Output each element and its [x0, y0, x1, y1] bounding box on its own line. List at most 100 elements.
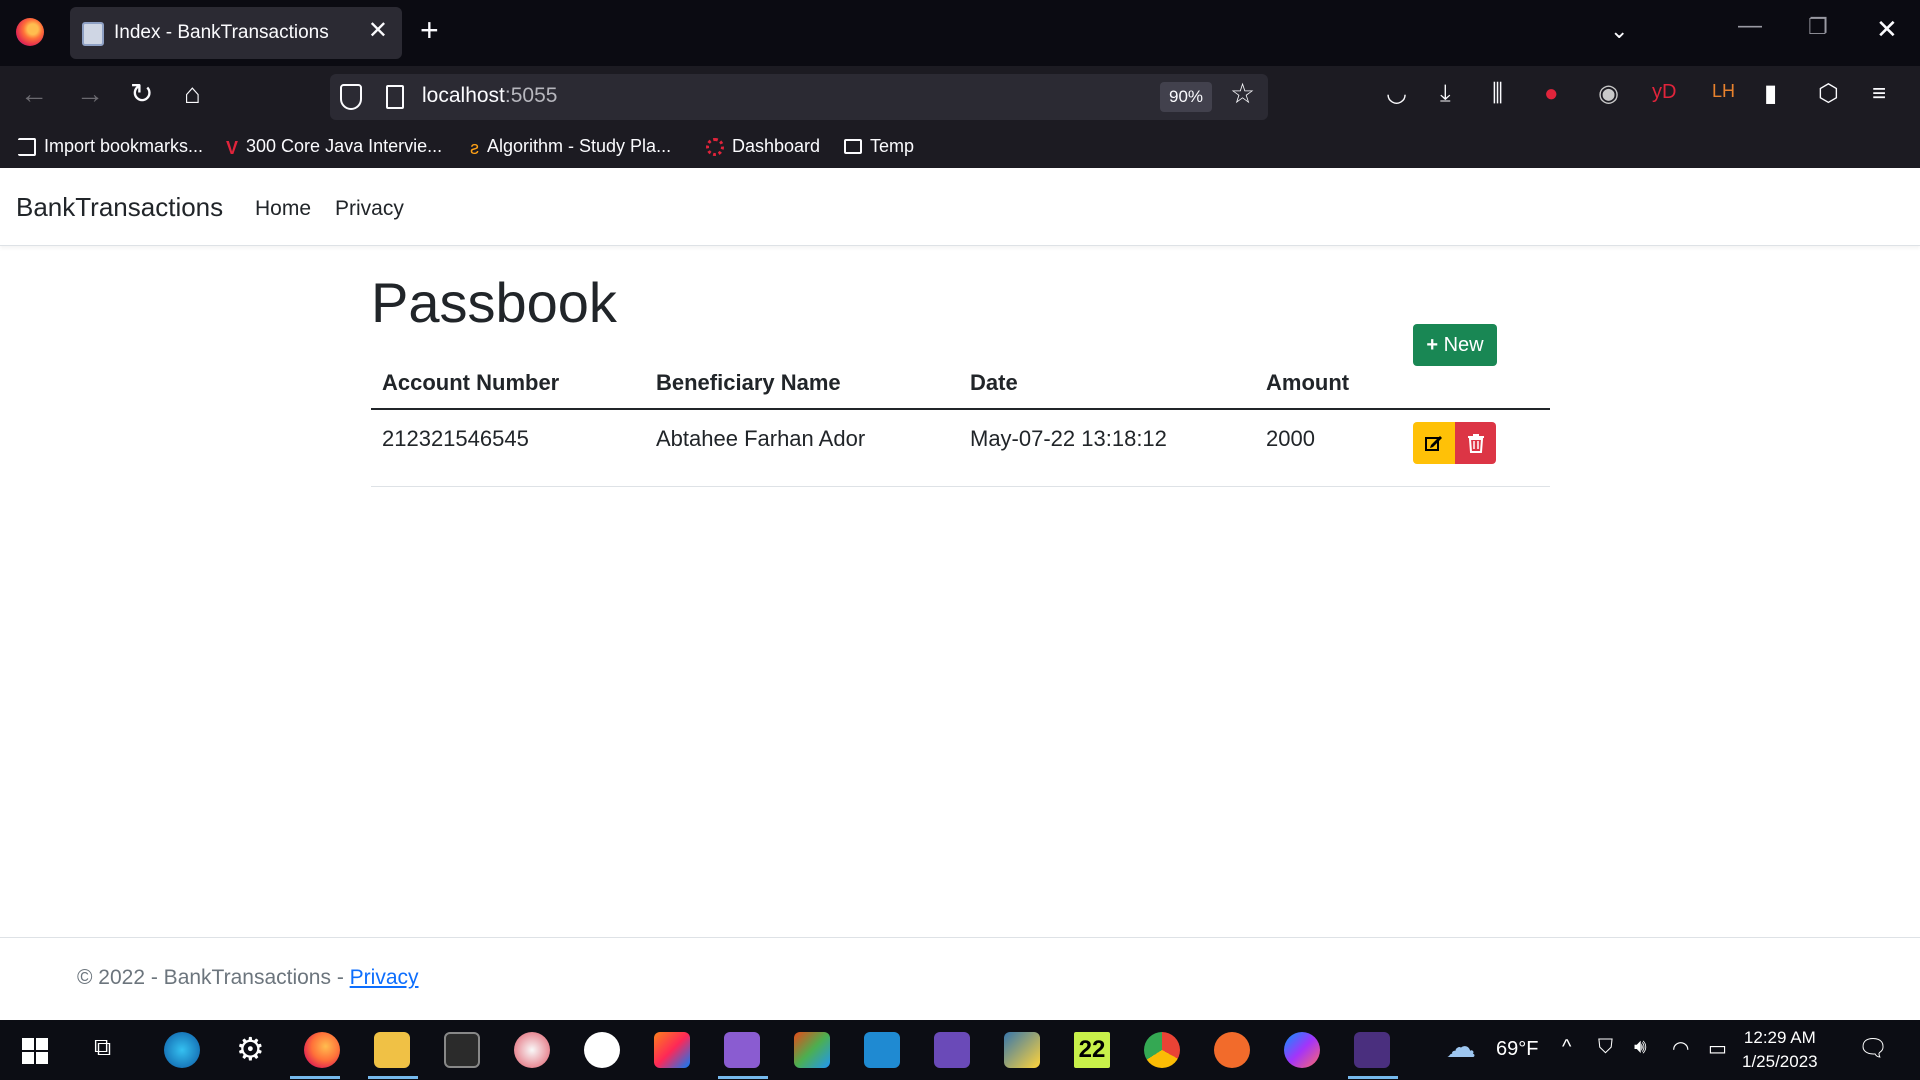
system-clock[interactable]: 12:29 AM 1/25/2023 [1742, 1026, 1818, 1074]
python-icon[interactable] [1004, 1032, 1040, 1068]
table-header-divider [371, 408, 1550, 410]
address-bar[interactable]: localhost:5055 90% ☆ [330, 74, 1268, 120]
bookmark-algorithm[interactable]: ƨ Algorithm - Study Pla... [470, 136, 671, 158]
postman-icon[interactable] [1214, 1032, 1250, 1068]
web-page: BankTransactions Home Privacy Passbook A… [0, 168, 1920, 1020]
header-date: Date [970, 370, 1018, 395]
extension-owl-icon[interactable]: ◉ [1598, 82, 1619, 106]
edit-button[interactable] [1413, 422, 1455, 464]
nav-privacy-link[interactable]: Privacy [335, 197, 404, 221]
visual-studio-preview-icon[interactable] [934, 1032, 970, 1068]
menu-hamburger-icon[interactable]: ≡ [1872, 82, 1886, 106]
task-view-icon[interactable]: ⧉ [94, 1034, 111, 1062]
chevron-down-icon[interactable]: ⌄ [1610, 18, 1628, 44]
brand-link[interactable]: BankTransactions [16, 192, 223, 223]
minimize-icon[interactable]: — [1738, 12, 1762, 40]
restore-icon[interactable]: ❐ [1808, 14, 1828, 40]
firefox-icon[interactable] [16, 18, 44, 46]
shield-icon[interactable] [340, 84, 362, 110]
window-close-icon[interactable]: ✕ [1876, 14, 1898, 45]
close-tab-icon[interactable]: ✕ [368, 19, 388, 43]
back-arrow-icon[interactable]: ← [20, 80, 48, 108]
clock-date: 1/25/2023 [1742, 1052, 1818, 1071]
edge-icon[interactable] [164, 1032, 200, 1068]
bookmark-star-icon[interactable]: ☆ [1230, 80, 1255, 108]
lh-extension-icon[interactable]: LH [1712, 82, 1735, 100]
pycharm-badge-icon[interactable]: 22 [1074, 1032, 1110, 1068]
powershell-icon[interactable] [1354, 1032, 1390, 1068]
download-icon[interactable]: ⤓ [1440, 82, 1451, 106]
delete-button[interactable] [1455, 422, 1496, 464]
plus-icon: + [1426, 334, 1439, 356]
canvas-icon [706, 137, 724, 156]
weather-cloud-icon[interactable]: ☁ [1446, 1030, 1476, 1065]
word-app-icon[interactable] [584, 1032, 620, 1068]
header-beneficiary-name: Beneficiary Name [656, 370, 841, 395]
url-text[interactable]: localhost:5055 [422, 84, 557, 108]
vscode-icon[interactable] [864, 1032, 900, 1068]
intellij-icon[interactable] [654, 1032, 690, 1068]
notifications-icon[interactable]: 🗨︎ [1858, 1034, 1888, 1063]
library-icon[interactable]: ⫼ [1492, 82, 1503, 106]
adblock-icon[interactable]: ● [1544, 82, 1559, 106]
trash-icon [1467, 434, 1484, 453]
bookmark-java[interactable]: V 300 Core Java Intervie... [226, 136, 442, 158]
terminal-icon[interactable] [444, 1032, 480, 1068]
visual-studio-icon[interactable] [724, 1032, 760, 1068]
header-account-number: Account Number [382, 370, 560, 395]
browser-tab[interactable]: Index - BankTransactions ✕ [70, 7, 402, 59]
header-amount: Amount [1266, 370, 1350, 395]
bookmark-dashboard[interactable]: Dashboard [706, 136, 820, 157]
table-row-divider [371, 486, 1550, 487]
file-explorer-icon[interactable] [374, 1032, 410, 1068]
browser-tab-bar: Index - BankTransactions ✕ + ⌄ — ❐ ✕ [0, 0, 1920, 66]
battery-icon[interactable]: ▭ [1708, 1036, 1727, 1061]
settings-gear-icon[interactable]: ⚙ [236, 1030, 265, 1068]
wifi-icon[interactable]: ◠ [1672, 1036, 1689, 1061]
security-icon[interactable]: ⛉ [1598, 1036, 1613, 1059]
chrome-icon[interactable] [1144, 1032, 1180, 1068]
cell-amount: 2000 [1266, 426, 1315, 451]
yd-extension-icon[interactable]: yD [1652, 82, 1676, 102]
volume-icon[interactable]: 🔊︎ [1634, 1036, 1647, 1059]
bookmarks-bar: Import bookmarks... V 300 Core Java Inte… [0, 128, 1920, 168]
active-app-indicator [290, 1076, 340, 1079]
windows-start-icon[interactable] [22, 1038, 48, 1064]
page-info-icon[interactable] [386, 85, 404, 109]
app-navbar: BankTransactions Home Privacy [0, 168, 1920, 246]
weather-temperature[interactable]: 69°F [1496, 1038, 1538, 1061]
extensions-puzzle-icon[interactable]: ⬡ [1818, 82, 1839, 106]
footer-privacy-link[interactable]: Privacy [350, 966, 419, 989]
nav-home-link[interactable]: Home [255, 197, 311, 221]
cell-account-number: 212321546545 [382, 426, 529, 451]
browser-toolbar: ← → ↻ ⌂ localhost:5055 90% ☆ ◡ ⤓ ⫼ ● ◉ y… [0, 66, 1920, 128]
leetcode-icon: ƨ [470, 137, 479, 158]
new-transaction-button[interactable]: + New [1413, 324, 1497, 366]
page-footer: © 2022 - BankTransactions - Privacy [0, 937, 1920, 1020]
pocket-icon[interactable]: ◡ [1386, 82, 1407, 106]
active-app-indicator [368, 1076, 418, 1079]
messenger-icon[interactable] [1284, 1032, 1320, 1068]
home-icon[interactable]: ⌂ [184, 80, 201, 108]
gitkraken-icon[interactable] [794, 1032, 830, 1068]
v-logo-icon: V [226, 137, 239, 158]
bookmark-import[interactable]: Import bookmarks... [18, 136, 203, 157]
new-tab-icon[interactable]: + [420, 14, 439, 46]
zoom-level[interactable]: 90% [1160, 82, 1213, 112]
extension-flag-icon[interactable]: ▮ [1764, 82, 1777, 106]
tray-chevron-up-icon[interactable]: ^ [1562, 1036, 1571, 1059]
bookmark-temp[interactable]: Temp [844, 136, 914, 157]
import-icon [18, 137, 36, 156]
active-app-indicator [1348, 1076, 1398, 1079]
folder-icon [844, 139, 862, 154]
edit-icon [1425, 436, 1442, 451]
snipping-tool-icon[interactable] [514, 1032, 550, 1068]
forward-arrow-icon[interactable]: → [76, 80, 104, 108]
footer-copyright: © 2022 - BankTransactions - Privacy [77, 966, 419, 989]
windows-taskbar: ⧉ ⚙ 22 ☁ 69°F ^ ⛉ 🔊︎ ◠ ▭ 12:29 AM 1/25/2… [0, 1020, 1920, 1080]
tab-title: Index - BankTransactions [114, 22, 329, 43]
reload-icon[interactable]: ↻ [130, 80, 153, 108]
active-app-indicator [718, 1076, 768, 1079]
page-title: Passbook [371, 271, 617, 334]
firefox-taskbar-icon[interactable] [304, 1032, 340, 1068]
